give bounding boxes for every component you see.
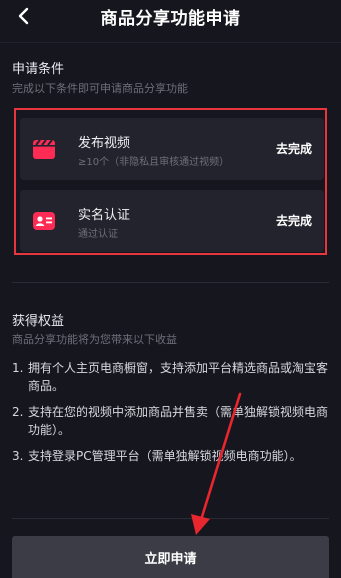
benefit-number: 3. (12, 449, 24, 463)
condition-title: 实名认证 (78, 208, 131, 223)
apply-now-button[interactable]: 立即申请 (12, 536, 329, 578)
benefit-text: 拥有个人主页电商橱窗，支持添加平台精选商品或淘宝客商品。 (28, 361, 329, 393)
benefits-subtitle: 商品分享功能将为您带来以下收益 (12, 333, 177, 346)
id-card-icon (33, 212, 55, 230)
condition-item-real-name[interactable]: 实名认证 通过认证 去完成 (20, 190, 324, 252)
complete-button[interactable]: 去完成 (276, 140, 312, 157)
condition-desc: ≥10个（非隐私且审核通过视频） (78, 157, 230, 168)
video-clapper-icon (33, 139, 55, 159)
back-button[interactable] (12, 4, 34, 28)
page-title: 商品分享功能申请 (100, 8, 241, 29)
condition-item-publish-video[interactable]: 发布视频 ≥10个（非隐私且审核通过视频） 去完成 (20, 118, 324, 180)
benefit-number: 1. (12, 361, 24, 375)
benefit-number: 2. (12, 405, 24, 419)
conditions-title: 申请条件 (12, 62, 65, 77)
condition-title: 发布视频 (78, 136, 131, 151)
benefit-item: 3. 支持登录PC管理平台（需单独解锁视频电商功能）。 (12, 447, 330, 465)
chevron-left-icon (18, 7, 29, 25)
header: 商品分享功能申请 (0, 0, 341, 32)
divider (0, 42, 341, 43)
divider (12, 282, 329, 283)
benefit-text: 支持登录PC管理平台（需单独解锁视频电商功能）。 (28, 449, 302, 463)
conditions-subtitle: 完成以下条件即可申请商品分享功能 (12, 82, 188, 95)
benefit-item: 1. 拥有个人主页电商橱窗，支持添加平台精选商品或淘宝客商品。 (12, 359, 330, 395)
benefit-text: 支持在您的视频中添加商品并售卖（需单独解锁视频电商功能）。 (28, 405, 329, 437)
condition-desc: 通过认证 (78, 229, 118, 240)
divider (12, 518, 329, 519)
benefits-title: 获得权益 (12, 314, 65, 329)
benefit-item: 2. 支持在您的视频中添加商品并售卖（需单独解锁视频电商功能）。 (12, 403, 330, 439)
complete-button[interactable]: 去完成 (276, 212, 312, 229)
conditions-list: 发布视频 ≥10个（非隐私且审核通过视频） 去完成 实名认证 通过认证 去完成 (14, 108, 327, 255)
